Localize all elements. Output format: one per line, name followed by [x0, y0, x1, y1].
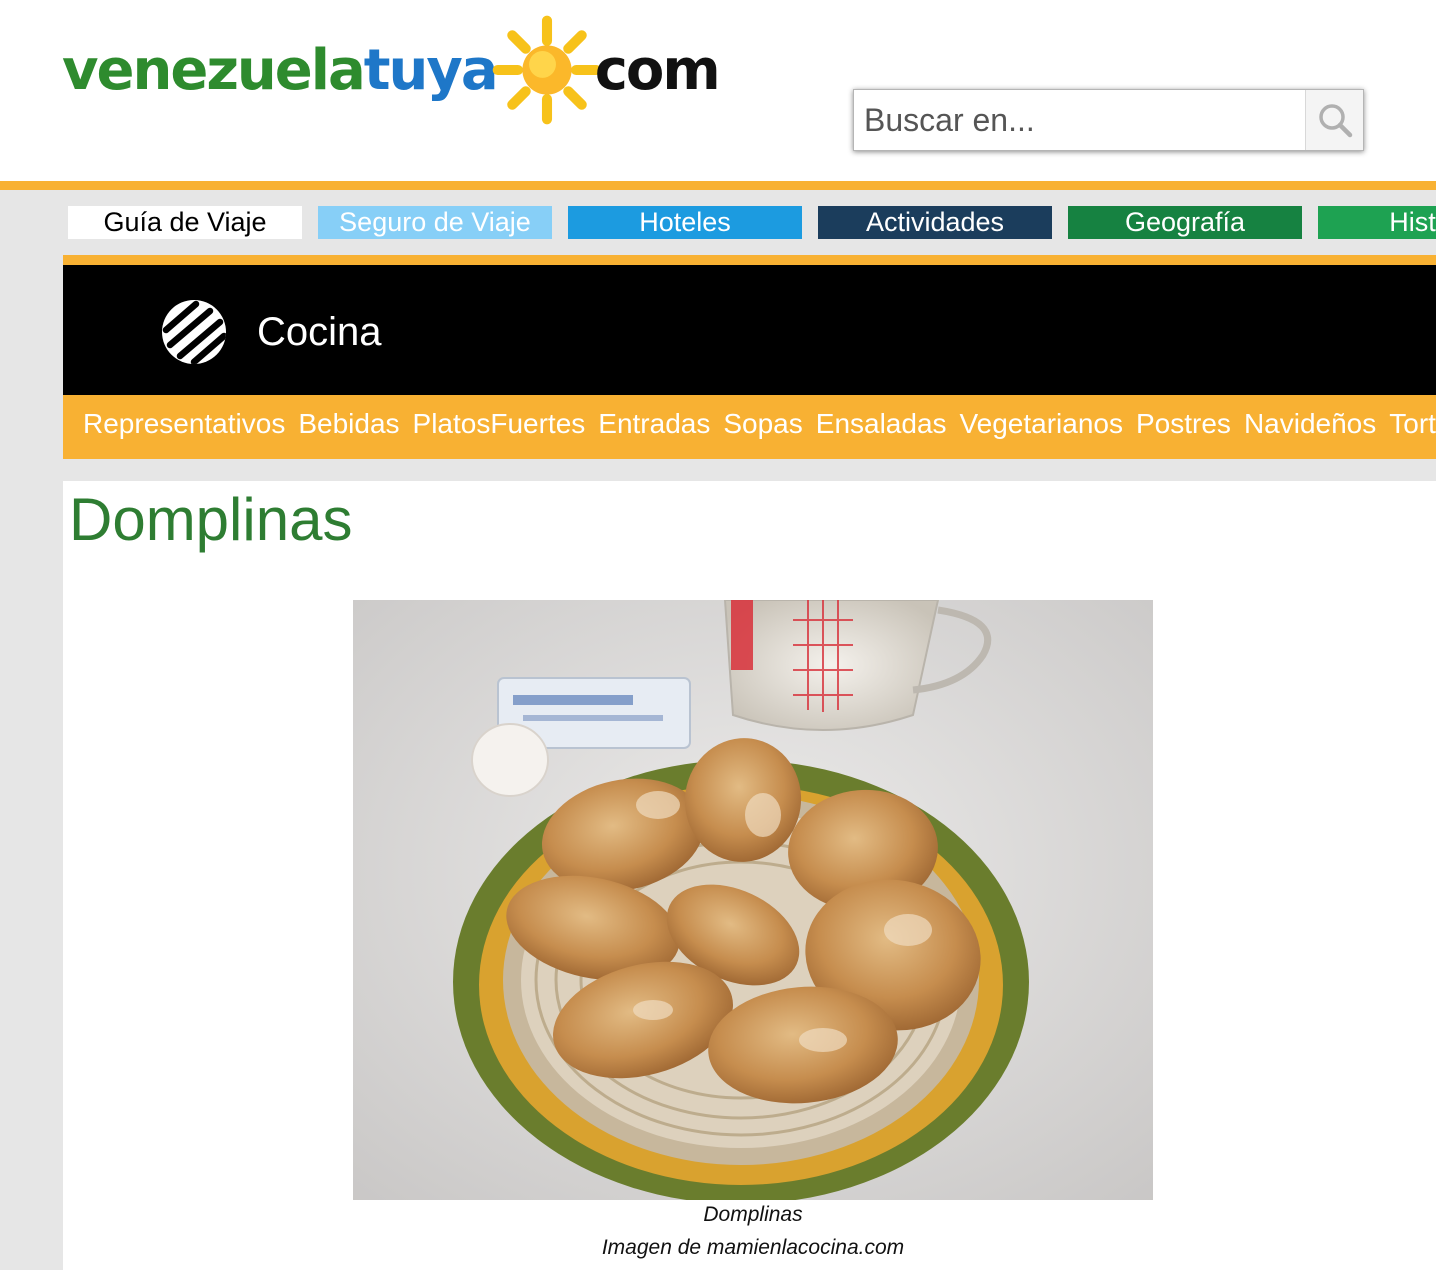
- header-divider: [0, 181, 1436, 190]
- tab-guia-de-viaje[interactable]: Guía de Viaje: [68, 206, 302, 239]
- search-box: [853, 89, 1364, 151]
- section-header: Cocina: [63, 265, 1436, 395]
- site-header: venezuela tuya com: [0, 0, 1436, 181]
- category-representativos[interactable]: Representativos: [83, 395, 285, 453]
- search-icon: [1318, 104, 1352, 138]
- category-navidenos[interactable]: Navideños: [1244, 395, 1376, 453]
- category-postres[interactable]: Postres: [1136, 395, 1231, 453]
- category-platos-fuertes[interactable]: PlatosFuertes: [413, 395, 586, 453]
- tab-historia[interactable]: Historia: [1318, 206, 1436, 239]
- image-credit: Imagen de mamienlacocina.com: [601, 1236, 905, 1259]
- category-ensaladas[interactable]: Ensaladas: [816, 395, 947, 453]
- category-tortas[interactable]: Tortas: [1389, 395, 1436, 453]
- tab-seguro-de-viaje[interactable]: Seguro de Viaje: [318, 206, 552, 239]
- section-title: Cocina: [257, 310, 382, 354]
- tab-actividades[interactable]: Actividades: [818, 206, 1052, 239]
- category-sopas[interactable]: Sopas: [723, 395, 802, 453]
- logo-text-venezuela: venezuela: [62, 37, 366, 103]
- page-title: Domplinas: [69, 486, 353, 553]
- search-input[interactable]: [854, 90, 1305, 150]
- top-nav: Guía de Viaje Seguro de Viaje Hoteles Ac…: [0, 206, 1436, 239]
- category-entradas[interactable]: Entradas: [598, 395, 710, 453]
- section-divider: [63, 255, 1436, 265]
- cocina-section-icon: [162, 300, 226, 364]
- category-bebidas[interactable]: Bebidas: [298, 395, 399, 453]
- category-nav: Representativos Bebidas PlatosFuertes Entra…: [63, 395, 1436, 459]
- category-vegetarianos[interactable]: Vegetarianos: [960, 395, 1123, 453]
- article-content: Domplinas Domplinas Imagen de mamienlaco…: [63, 481, 1436, 1270]
- tab-geografia[interactable]: Geografía: [1068, 206, 1302, 239]
- tab-hoteles[interactable]: Hoteles: [568, 206, 802, 239]
- recipe-photo: [353, 600, 1153, 1200]
- sun-icon: [492, 15, 602, 125]
- search-button[interactable]: [1305, 90, 1363, 150]
- site-logo[interactable]: venezuela tuya com: [62, 10, 832, 130]
- logo-text-tuya: tuya: [363, 37, 499, 103]
- image-caption: Domplinas: [703, 1203, 803, 1226]
- logo-text-com: com: [594, 37, 721, 103]
